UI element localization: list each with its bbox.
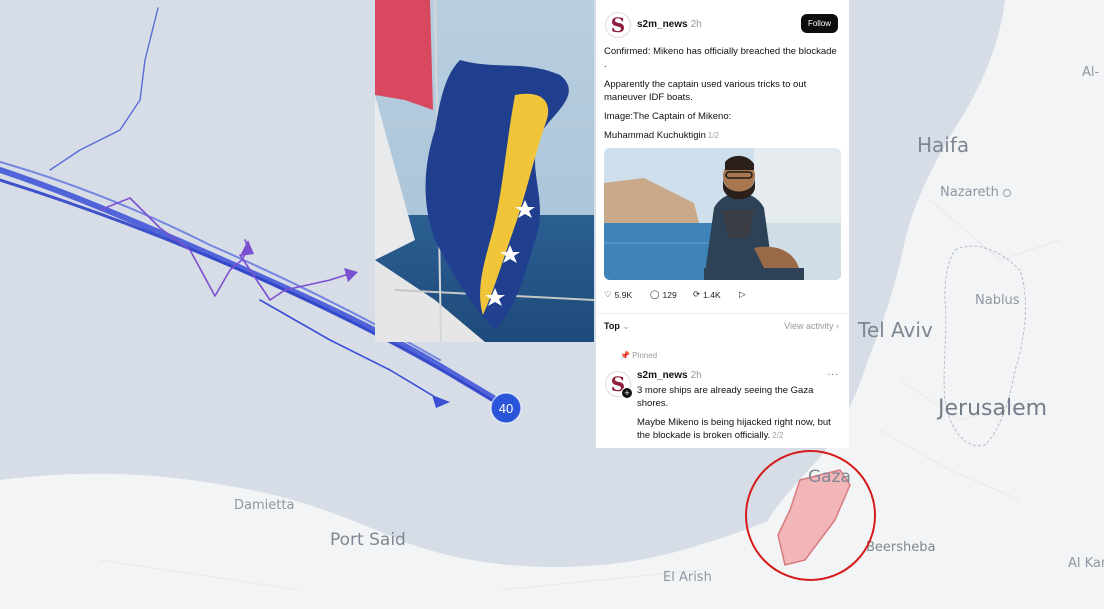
reply-count-label: 2/2 [772, 431, 784, 440]
gaza-highlight-circle [745, 450, 876, 581]
pinned-indicator: 📌 Pinned [620, 351, 657, 360]
chevron-right-icon: › [833, 321, 839, 331]
divider [596, 313, 849, 314]
post-line-3: Image:The Captain of Mikeno: [604, 111, 732, 122]
share-icon: ▷ [739, 289, 746, 299]
post-line-1: Confirmed: Mikeno has officially breache… [604, 46, 837, 70]
chevron-down-icon: ⌄ [619, 321, 630, 331]
city-label-port-said: Port Said [330, 530, 406, 550]
pinned-label: Pinned [632, 351, 658, 360]
post-avatar[interactable]: S [605, 12, 631, 38]
reply-time: 2h [690, 370, 702, 381]
more-options-icon[interactable]: ... [828, 367, 839, 378]
repost-icon: ⟳ [693, 289, 701, 299]
view-activity-link[interactable]: View activity › [784, 321, 839, 331]
vessel-marker: 40 [490, 392, 522, 424]
post-time: 2h [690, 19, 702, 30]
city-label-beersheba: Beersheba [866, 540, 936, 555]
post-line-2: Apparently the captain used various tric… [604, 79, 807, 103]
reply-line-1: 3 more ships are already seeing the Gaza… [637, 385, 814, 409]
caption-name: Muhammad Kuchuktigin [604, 130, 706, 141]
city-label-jerusalem: Jerusalem [938, 396, 1048, 421]
city-label-nazareth: Nazareth [940, 185, 1011, 200]
city-label-al-top-right: Al- [1082, 65, 1100, 80]
city-label-el-arish: El Arish [663, 570, 712, 585]
sort-label: Top [604, 321, 620, 331]
reply-author[interactable]: s2m_news 2h [637, 370, 702, 381]
share-button[interactable]: ▷ [739, 289, 746, 300]
city-label-damietta: Damietta [234, 498, 295, 513]
view-activity-label: View activity [784, 321, 834, 331]
reply-button[interactable]: ◯ 129 [650, 289, 677, 300]
like-count: 5.9K [614, 289, 633, 300]
follow-plus-icon[interactable]: + [621, 387, 633, 399]
vessel-marker-label: 40 [499, 401, 513, 416]
city-label-tel-aviv: Tel Aviv [858, 318, 933, 342]
repost-button[interactable]: ⟳ 1.4K [693, 289, 721, 300]
post-username[interactable]: s2m_news [637, 19, 688, 30]
reply-count: 129 [662, 289, 677, 300]
reply-line-2: Maybe Mikeno is being hijacked right now… [637, 416, 842, 442]
follow-button[interactable]: Follow [801, 14, 838, 33]
heart-icon: ♡ [604, 289, 612, 299]
reply-username[interactable]: s2m_news [637, 370, 688, 381]
sort-dropdown[interactable]: Top ⌄ [604, 321, 630, 332]
repost-count: 1.4K [703, 289, 721, 300]
comment-icon: ◯ [650, 289, 660, 299]
city-label-al-kar: Al Kar [1068, 556, 1104, 571]
reply-line-2-text: Maybe Mikeno is being hijacked right now… [637, 417, 831, 441]
flag-photo [375, 0, 594, 342]
avatar-letter: S [610, 13, 626, 37]
post-image-captain[interactable] [604, 148, 841, 280]
post-caption: Muhammad Kuchuktigin 1/2 [604, 129, 840, 142]
city-label-nablus: Nablus [975, 293, 1020, 308]
social-post-panel: S s2m_news 2h Follow Confirmed: Mikeno ha… [596, 0, 849, 448]
city-label-haifa: Haifa [917, 133, 970, 157]
like-button[interactable]: ♡ 5.9K [604, 289, 632, 300]
post-author[interactable]: s2m_news 2h [637, 19, 702, 30]
pin-icon: 📌 [620, 351, 630, 360]
caption-count: 1/2 [707, 131, 720, 140]
